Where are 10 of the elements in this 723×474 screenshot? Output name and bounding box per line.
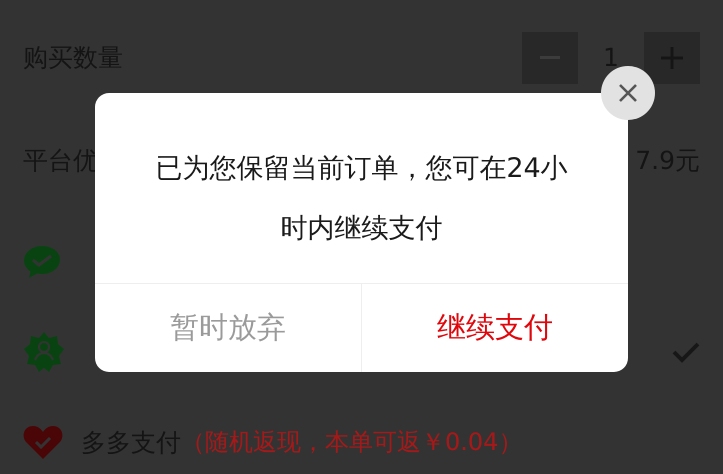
heart-check-icon — [23, 424, 63, 460]
increase-button[interactable] — [644, 32, 700, 84]
chat-bubble-icon — [23, 245, 61, 279]
dialog-message: 已为您保留当前订单，您可在24小时内继续支付 — [154, 152, 569, 246]
abandon-button[interactable]: 暂时放弃 — [95, 284, 361, 372]
continue-button[interactable]: 继续支付 — [361, 284, 628, 372]
badge-person-icon — [23, 331, 65, 373]
close-icon — [618, 83, 638, 103]
payment-note: （随机返现，本单可返￥0.04） — [181, 427, 522, 458]
close-button[interactable] — [601, 66, 655, 120]
